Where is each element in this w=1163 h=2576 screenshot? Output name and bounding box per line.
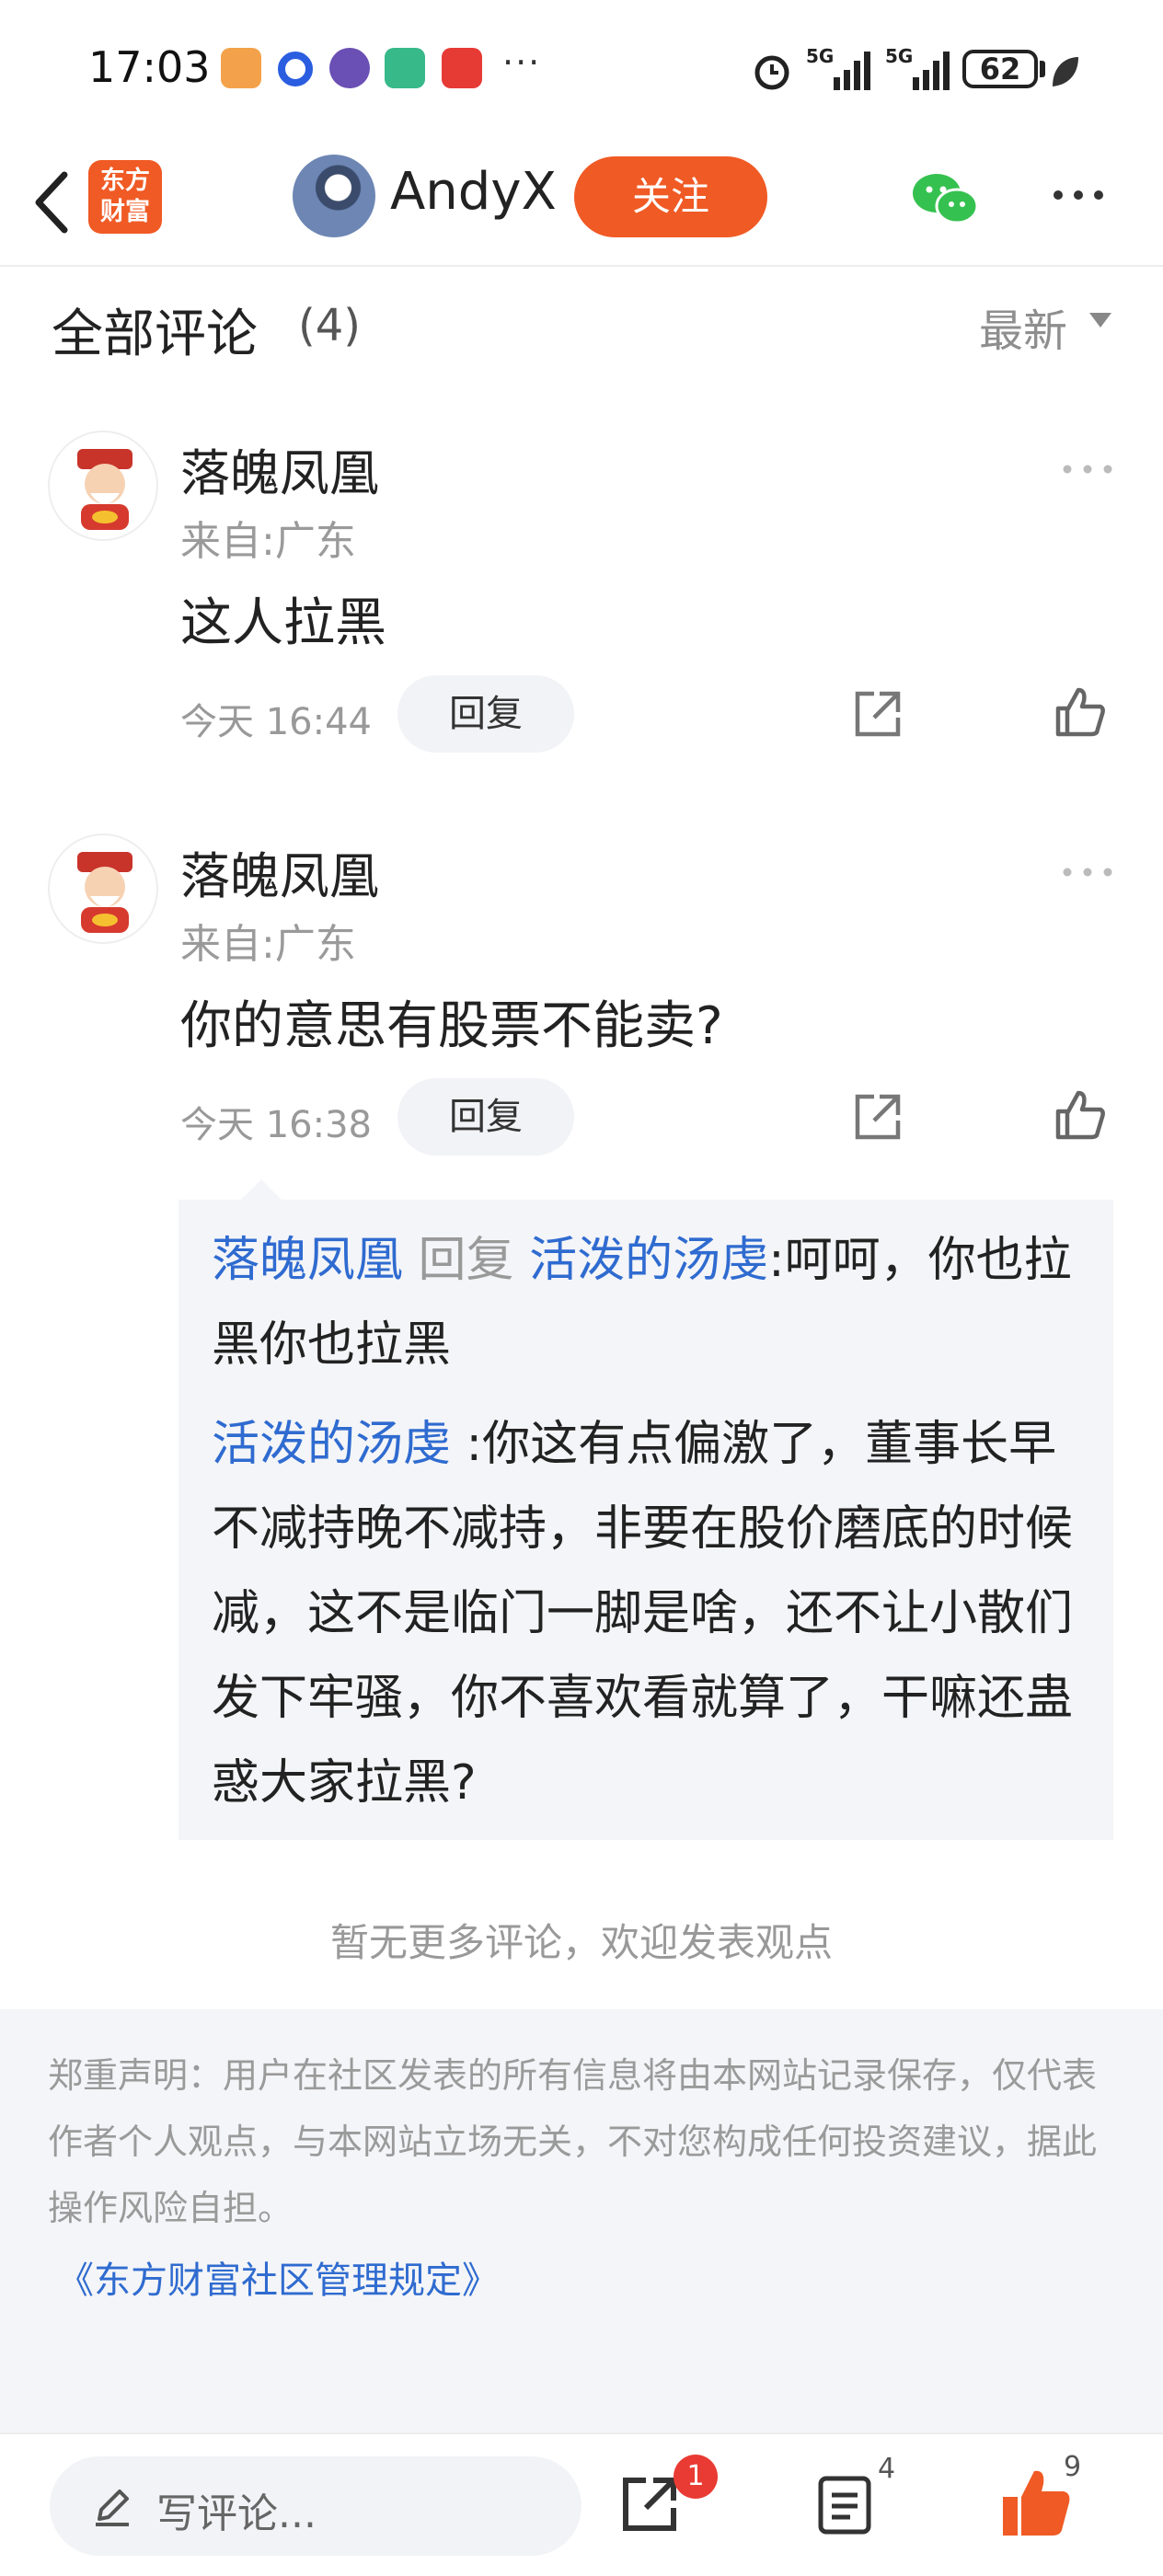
disclaimer-text: 郑重声明：用户在社区发表的所有信息将由本网站记录保存，仅代表作者个人观点，与本网… [48,2055,1098,2228]
fortune-god-icon [77,449,132,530]
commenter-name[interactable]: 落魄凤凰 [180,432,379,505]
sub-reply-target[interactable]: 活泼的汤虔 [529,1233,768,1288]
sub-reply-word: 回复 [418,1233,514,1288]
commenter-avatar[interactable] [48,431,158,541]
alarm-icon [754,55,789,90]
sub-replies-box: 落魄凤凰 回复 活泼的汤虔:呵呵，你也拉黑你也拉黑 活泼的汤虔 :你这有点偏激了… [178,1200,1113,1840]
share-icon[interactable] [850,1089,905,1144]
comment-input[interactable]: 写评论... [50,2456,582,2556]
battery-level: 62 [962,50,1038,88]
comments-count: (4) [298,300,361,351]
signal-icon-2: 5G [885,45,950,90]
health-app-icon [221,48,261,88]
author-username[interactable]: AndyX [390,162,557,222]
top-nav-bar: 东方 财富 AndyX 关注 [0,138,1163,267]
reply-box-pointer [241,1179,282,1200]
more-notifications-icon: ··· [502,42,542,83]
svg-text:5G: 5G [885,45,913,67]
comment-more-icon[interactable] [1060,460,1115,478]
caret-down-icon[interactable] [1089,313,1111,328]
back-arrow-icon[interactable] [26,166,81,239]
fingerprint-app-icon [385,48,425,88]
comments-list-icon[interactable] [817,2475,872,2536]
comment-text: 这人拉黑 [180,593,386,653]
share-badge: 1 [674,2455,718,2499]
sub-reply[interactable]: 落魄凤凰 回复 活泼的汤虔:呵呵，你也拉黑你也拉黑 [212,1218,1086,1387]
comment-time: 今天 16:38 [180,1104,372,1146]
svg-text:5G: 5G [806,45,834,67]
community-rules-link[interactable]: 《东方财富社区管理规定》 [57,2250,499,2304]
pen-icon [96,2490,129,2526]
astronaut-app-icon [329,48,370,88]
comment-time: 今天 16:44 [180,701,372,743]
wechat-share-icon[interactable] [911,171,981,226]
leaf-icon [1053,57,1078,86]
sort-dropdown[interactable]: 最新 [979,294,1067,359]
commenter-location: 来自:广东 [180,921,356,968]
thumbs-up-icon[interactable] [1053,1087,1108,1143]
comment-placeholder: 写评论... [156,2490,317,2537]
reply-button[interactable]: 回复 [397,1078,574,1156]
signal-icon: 5G [806,45,870,90]
bottom-action-bar: 写评论... 1 4 9 [0,2432,1163,2576]
commenter-avatar[interactable] [48,834,158,944]
reply-button[interactable]: 回复 [397,675,574,753]
browser-app-icon [278,52,313,86]
sub-reply-text: :你这有点偏激了，董事长早不减持晚不减持，非要在股价磨底的时候减，这不是临门一脚… [212,1417,1074,1811]
logo-line-1: 东方 [100,167,150,195]
share-icon[interactable] [850,686,905,742]
sub-reply-author[interactable]: 活泼的汤虔 [212,1417,451,1472]
sub-reply-author[interactable]: 落魄凤凰 [212,1233,403,1288]
follow-button[interactable]: 关注 [574,156,767,237]
no-more-comments: 暂无更多评论，欢迎发表观点 [329,1920,833,1965]
like-count: 9 [1064,2451,1082,2483]
thumbs-up-icon[interactable] [1053,684,1108,740]
sub-reply[interactable]: 活泼的汤虔 :你这有点偏激了，董事长早不减持晚不减持，非要在股价磨底的时候减，这… [212,1402,1086,1825]
comments-count-badge: 4 [878,2453,896,2485]
author-avatar[interactable] [293,155,375,237]
comment-more-icon[interactable] [1060,863,1115,881]
commenter-name[interactable]: 落魄凤凰 [180,835,379,908]
battery-tip [1040,61,1045,77]
status-time: 17:03 [88,42,211,92]
logo-line-2: 财富 [100,198,150,226]
comment-text: 你的意思有股票不能卖? [180,996,723,1056]
disclaimer-section: 郑重声明：用户在社区发表的所有信息将由本网站记录保存，仅代表作者个人观点，与本网… [0,2009,1163,2432]
thumbs-up-filled-icon[interactable] [999,2466,1073,2539]
eastmoney-logo[interactable]: 东方 财富 [88,160,162,234]
status-bar: 17:03 ··· 5G 5G 62 [0,0,1163,138]
fortune-god-icon [77,852,132,933]
comments-title: 全部评论 [52,305,258,364]
news-app-icon [442,48,482,88]
more-options-icon[interactable] [1049,177,1108,213]
commenter-location: 来自:广东 [180,518,356,565]
